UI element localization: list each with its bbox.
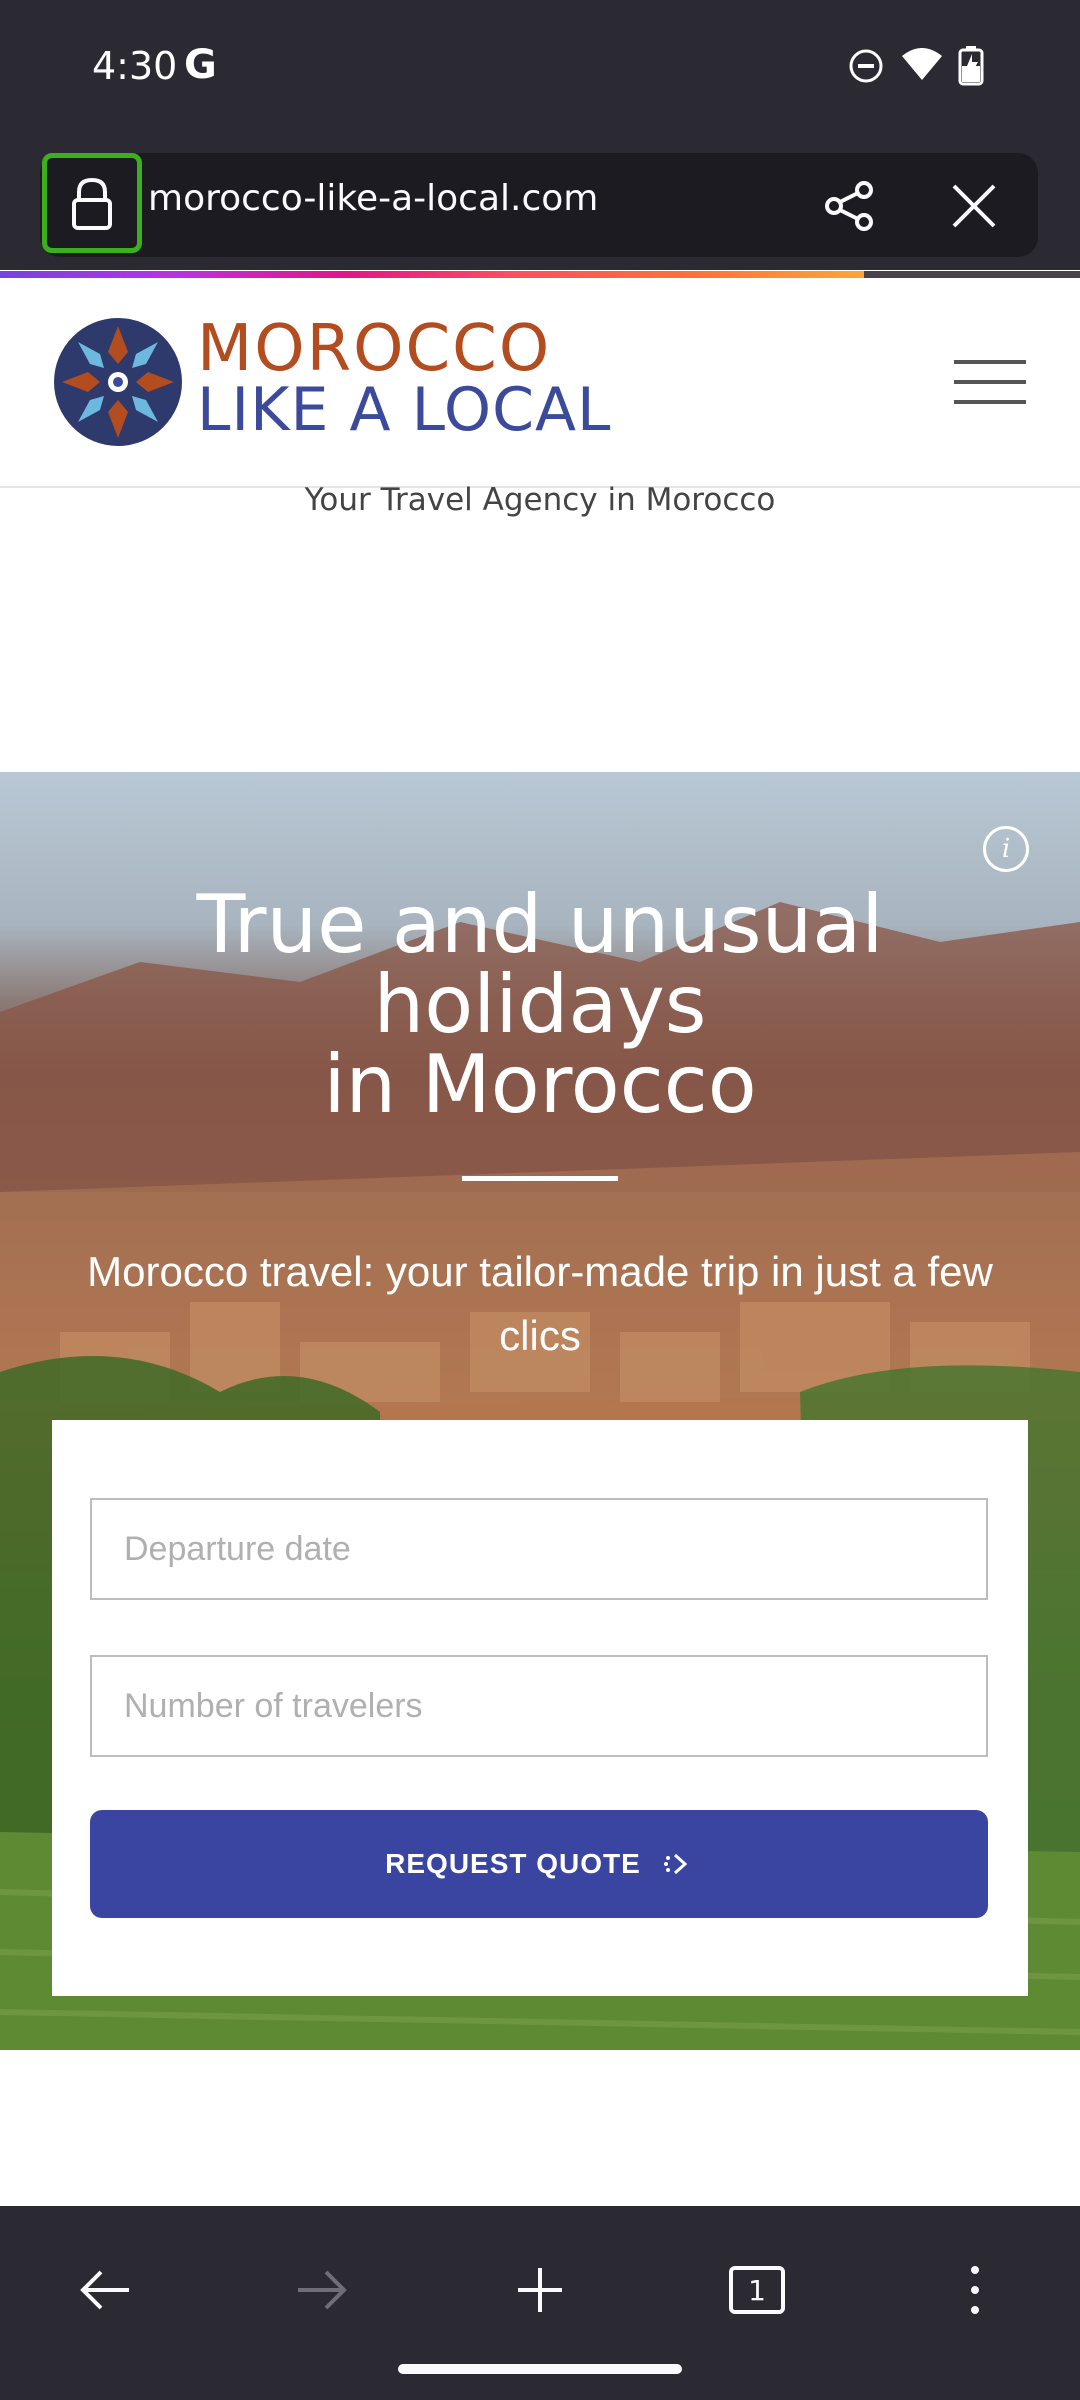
travelers-field[interactable] bbox=[90, 1655, 988, 1757]
site-tagline: Your Travel Agency in Morocco bbox=[304, 482, 776, 518]
new-tab-plus-icon bbox=[518, 2268, 562, 2312]
overflow-menu-icon bbox=[971, 2266, 979, 2314]
google-icon: G bbox=[184, 42, 217, 88]
send-arrow-icon bbox=[663, 1853, 688, 1875]
brand-name-line2[interactable]: LIKE A LOCAL bbox=[197, 380, 611, 440]
departure-date-field[interactable] bbox=[90, 1498, 988, 1600]
progress-fill bbox=[0, 271, 864, 278]
request-quote-button[interactable]: REQUEST QUOTE bbox=[90, 1810, 988, 1918]
tabs-counter-icon: 1 bbox=[729, 2266, 785, 2314]
hero-divider bbox=[462, 1176, 618, 1181]
back-arrow-icon bbox=[80, 2270, 129, 2310]
gesture-home-bar[interactable] bbox=[398, 2364, 682, 2374]
lock-icon bbox=[72, 177, 112, 230]
hero-title-line1: True and unusual bbox=[196, 878, 884, 971]
url-text[interactable]: morocco-like-a-local.com bbox=[148, 178, 598, 219]
page-load-progress-bar bbox=[0, 271, 1080, 278]
back-button[interactable] bbox=[55, 2240, 155, 2340]
hero-title-line3: in Morocco bbox=[323, 1038, 757, 1131]
hamburger-menu-icon[interactable] bbox=[952, 356, 1028, 408]
brand-logo-icon[interactable] bbox=[50, 314, 186, 450]
overflow-menu-button[interactable] bbox=[925, 2240, 1025, 2340]
section-heading-fragment bbox=[220, 2202, 780, 2205]
status-time: 4:30 bbox=[92, 44, 178, 88]
travelers-input[interactable] bbox=[92, 1657, 986, 1755]
forward-button[interactable] bbox=[272, 2240, 372, 2340]
hero-title-line2: holidays bbox=[373, 958, 707, 1051]
battery-icon bbox=[958, 46, 984, 86]
departure-date-input[interactable] bbox=[92, 1500, 986, 1598]
forward-arrow-icon bbox=[298, 2270, 347, 2310]
brand-name-line1[interactable]: MOROCCO bbox=[197, 317, 551, 381]
share-icon[interactable] bbox=[822, 178, 878, 234]
close-icon[interactable] bbox=[948, 180, 1000, 232]
site-security-button[interactable] bbox=[42, 153, 142, 253]
do-not-disturb-icon bbox=[849, 49, 883, 83]
image-info-icon[interactable]: i bbox=[983, 826, 1029, 872]
request-quote-label: REQUEST QUOTE bbox=[385, 1848, 641, 1879]
wifi-icon bbox=[902, 48, 942, 80]
hero-subtitle: Morocco travel: your tailor-made trip in… bbox=[87, 1248, 993, 1359]
status-bar: 4:30 G bbox=[0, 0, 1080, 140]
section-heading-partial bbox=[220, 2175, 780, 2205]
new-tab-button[interactable] bbox=[490, 2240, 590, 2340]
tabs-button[interactable]: 1 bbox=[707, 2240, 807, 2340]
hero-title: True and unusual holidays in Morocco bbox=[0, 885, 1080, 1125]
